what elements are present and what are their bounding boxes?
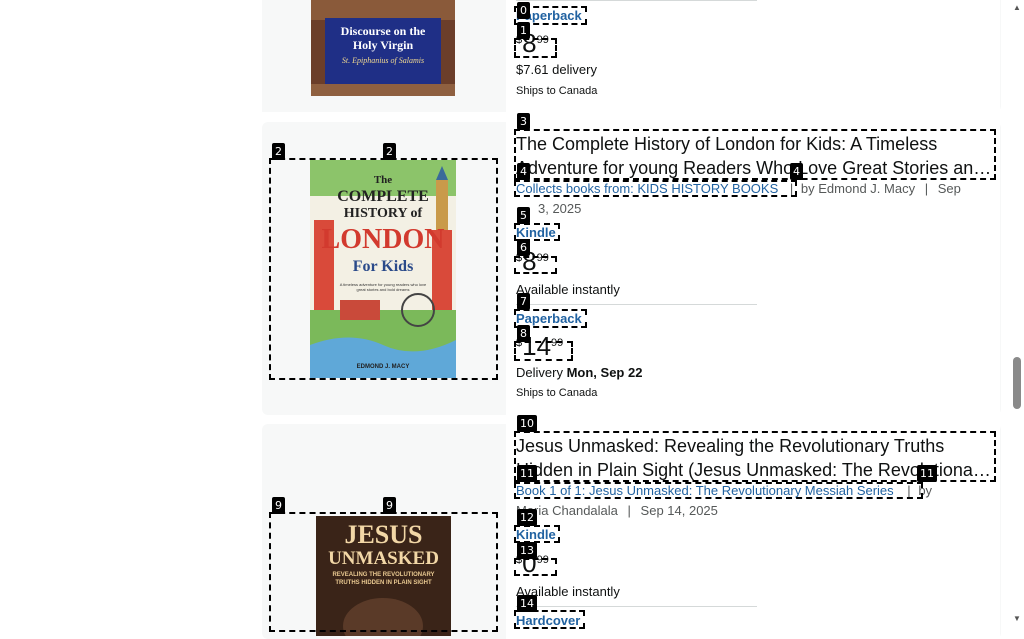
divider — [516, 606, 757, 607]
pub-date: Sep 14, 2025 — [640, 503, 718, 518]
separator: | — [627, 503, 631, 518]
title-line-1: Jesus Unmasked: Revealing the Revolution… — [516, 436, 945, 456]
format-link-kindle[interactable]: Kindle — [516, 527, 556, 542]
annotation-tag: 11 — [917, 465, 937, 482]
series-link[interactable]: Collects books from: KIDS HISTORY BOOKS — [516, 181, 778, 196]
author-name: Edmond J. Macy — [818, 181, 916, 196]
title-line-2: Adventure for young Readers Who Love Gre… — [516, 158, 992, 178]
cover-line-unmasked: UNMASKED — [328, 548, 439, 569]
book-cover-image[interactable]: JESUS UNMASKED REVEALING THE REVOLUTIONA… — [316, 516, 451, 636]
cover-line-the: The — [373, 174, 393, 186]
delivery-date: Mon, Sep 22 — [566, 365, 643, 380]
ships-to: Ships to Canada — [516, 85, 598, 97]
scrollbar-thumb[interactable] — [1013, 357, 1021, 409]
book-cover-image[interactable]: The COMPLETE HISTORY of LONDON For Kids … — [310, 160, 456, 378]
separator: | — [924, 181, 929, 196]
cover-subtitle-2: TRUTHS HIDDEN IN PLAIN SIGHT — [335, 580, 432, 586]
byline: Book 1 of 1: Jesus Unmasked: The Revolut… — [516, 481, 986, 521]
by-label: by — [800, 181, 815, 196]
annotation-tag: 6 — [517, 239, 530, 256]
annotation-tag: 13 — [517, 542, 537, 559]
annotation-tag: 4 — [517, 163, 530, 180]
annotation-tag: 12 — [517, 509, 537, 526]
annotation-tag: 10 — [517, 415, 537, 432]
annotation-tag: 0 — [517, 2, 530, 19]
cover-line-forkids: For Kids — [352, 258, 414, 275]
availability: Available instantly — [516, 282, 620, 297]
annotation-tag: 3 — [517, 113, 530, 130]
ships-to: Ships to Canada — [516, 387, 598, 399]
annotation-tag: 9 — [272, 497, 285, 514]
annotation-tag: 7 — [517, 293, 530, 310]
format-link-hardcover[interactable]: Hardcover — [516, 613, 580, 628]
delivery-label: Delivery — [516, 365, 563, 380]
cover-author: St. Epiphanius of Salamis — [341, 56, 425, 65]
annotation-tag: 1 — [517, 22, 530, 39]
annotation-tag: 5 — [517, 207, 530, 224]
divider — [516, 0, 757, 1]
product-title-link[interactable]: The Complete History of London for Kids:… — [516, 132, 994, 180]
price-fraction: 99 — [536, 252, 549, 264]
scroll-up-arrow-icon[interactable]: ▲ — [1013, 3, 1021, 12]
annotation-tag: 2 — [383, 143, 396, 160]
cover-author: EDMOND J. MACY — [356, 364, 410, 370]
annotation-tag: 9 — [383, 497, 396, 514]
cover-line-history: HISTORY of — [343, 206, 423, 221]
byline: Collects books from: KIDS HISTORY BOOKS … — [516, 179, 996, 219]
delivery-cost: $7.61 delivery — [516, 62, 597, 77]
separator: | — [789, 181, 794, 196]
divider — [516, 304, 757, 305]
pub-date: Sep — [937, 181, 961, 196]
price-fraction: 99 — [536, 554, 549, 566]
cover-subtitle-1: REVEALING THE REVOLUTIONARY — [332, 572, 435, 578]
cover-blurb: A timeless adventure for young readers w… — [339, 282, 427, 292]
annotation-tag: 11 — [517, 465, 537, 482]
book-cover-image[interactable]: Discourse on the Holy Virgin St. Epiphan… — [311, 0, 455, 96]
price-fraction: 99 — [551, 337, 564, 349]
cover-line-jesus: JESUS — [344, 520, 423, 549]
format-link-kindle[interactable]: Kindle — [516, 225, 556, 240]
cover-line-complete: COMPLETE — [337, 188, 429, 205]
separator: | — [907, 483, 911, 498]
format-link-paperback[interactable]: Paperback — [516, 311, 582, 326]
scroll-down-arrow-icon[interactable]: ▼ — [1013, 614, 1021, 623]
price-fraction: 99 — [536, 34, 549, 46]
annotation-tag: 14 — [517, 595, 537, 612]
annotation-tag: 4 — [790, 163, 803, 180]
delivery-info: Delivery Mon, Sep 22 — [516, 365, 642, 380]
by-label: by — [918, 483, 933, 498]
vertical-scrollbar[interactable]: ▲ ▼ — [1010, 0, 1024, 629]
series-link[interactable]: Book 1 of 1: Jesus Unmasked: The Revolut… — [516, 483, 894, 498]
annotation-tag: 2 — [272, 143, 285, 160]
annotation-tag: 8 — [517, 325, 530, 342]
title-line-1: The Complete History of London for Kids:… — [516, 134, 938, 154]
cover-line-london: LONDON — [321, 224, 445, 255]
cover-title: Discourse on the Holy Virgin — [340, 24, 426, 52]
